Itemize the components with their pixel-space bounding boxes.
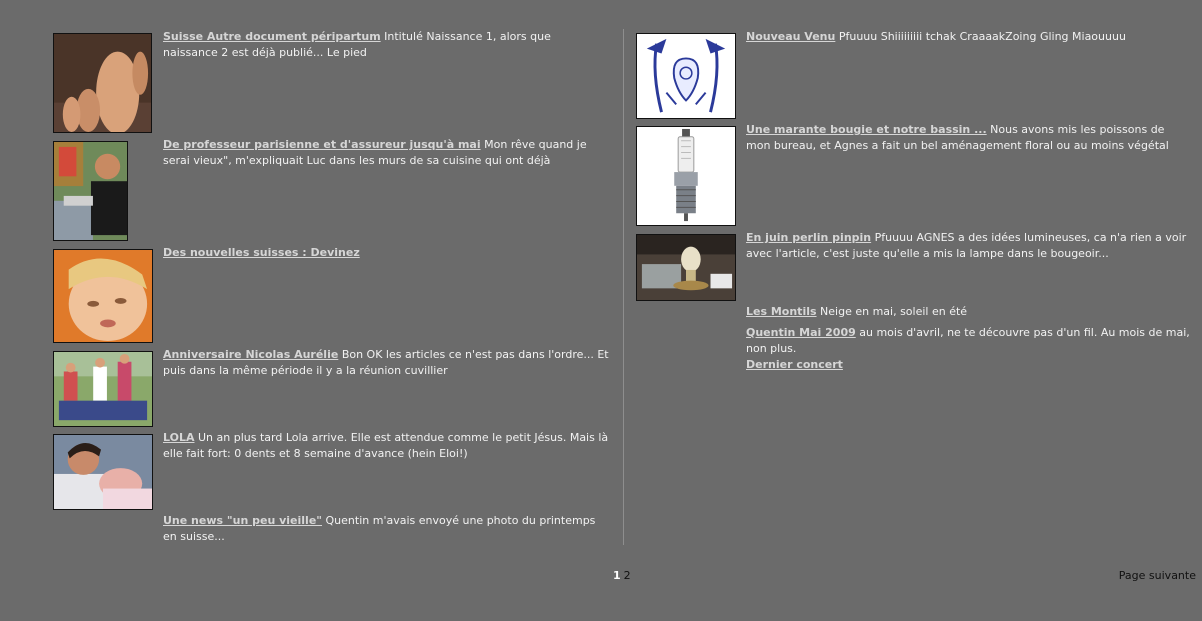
spark-plug-photo-icon [637, 127, 735, 225]
page-link-2[interactable]: 2 [624, 569, 631, 582]
post-excerpt: Un an plus tard Lola arrive. Elle est at… [163, 431, 609, 460]
post-title-link[interactable]: LOLA [163, 431, 195, 444]
post-title-link[interactable]: En juin perlin pinpin [746, 231, 871, 244]
post-text: LOLA Un an plus tard Lola arrive. Elle e… [163, 430, 609, 462]
post-thumbnail-man[interactable] [53, 141, 128, 241]
newborn-photo-icon [54, 435, 152, 509]
post-thumbnail-lamp[interactable] [636, 234, 736, 301]
post-thumbnail-party[interactable] [53, 351, 153, 427]
post-text: Une marante bougie et notre bassin ... N… [746, 122, 1192, 154]
post-item: LOLA Un an plus tard Lola arrive. Elle e… [53, 430, 609, 510]
post-title-link[interactable]: Les Montils [746, 305, 817, 318]
post-title-link[interactable]: Une news "un peu vieille" [163, 514, 322, 527]
post-item: Suisse Autre document péripartum Intitul… [53, 29, 609, 133]
post-title-link[interactable]: Dernier concert [746, 358, 843, 371]
post-title-link[interactable]: De professeur parisienne et d'assureur j… [163, 138, 481, 151]
child-face-photo-icon [54, 250, 152, 342]
post-thumbnail-child[interactable] [53, 249, 153, 343]
post-item: Quentin Mai 2009 au mois d'avril, ne te … [636, 325, 1192, 359]
post-item: Les Montils Neige en mai, soleil en été [636, 304, 1192, 322]
post-thumbnail-drawing[interactable] [636, 33, 736, 119]
drawing-illustration-icon [637, 34, 735, 118]
post-text: Suisse Autre document péripartum Intitul… [163, 29, 609, 61]
post-item: De professeur parisienne et d'assureur j… [53, 137, 609, 241]
post-item: Une marante bougie et notre bassin ... N… [636, 122, 1192, 226]
post-title-link[interactable]: Une marante bougie et notre bassin ... [746, 123, 987, 136]
post-thumbnail-newborn[interactable] [53, 434, 153, 510]
column-divider [623, 29, 624, 545]
post-text: En juin perlin pinpin Pfuuuu AGNES a des… [746, 230, 1192, 262]
man-portrait-photo-icon [54, 142, 127, 240]
post-item: Anniversaire Nicolas Aurélie Bon OK les … [53, 347, 609, 427]
foot-photo-icon [54, 34, 151, 132]
post-thumbnail-foot[interactable] [53, 33, 152, 133]
post-text: Dernier concert [746, 357, 1192, 373]
post-title-link[interactable]: Anniversaire Nicolas Aurélie [163, 348, 338, 361]
post-item: Des nouvelles suisses : Devinez [53, 245, 609, 343]
post-item: Dernier concert [636, 357, 1192, 375]
post-excerpt: Neige en mai, soleil en été [820, 305, 968, 318]
next-page-link[interactable]: Page suivante [1119, 568, 1196, 584]
post-thumbnail-sparkplug[interactable] [636, 126, 736, 226]
post-item: Une news "un peu vieille" Quentin m'avai… [53, 513, 609, 547]
page-current: 1 [613, 569, 621, 582]
post-title-link[interactable]: Des nouvelles suisses : Devinez [163, 246, 360, 259]
post-text: Les Montils Neige en mai, soleil en été [746, 304, 1192, 320]
post-text: Anniversaire Nicolas Aurélie Bon OK les … [163, 347, 609, 379]
post-excerpt: Pfuuuu Shiiiiiiiii tchak CraaaakZoing Gl… [838, 30, 1126, 43]
post-title-link[interactable]: Nouveau Venu [746, 30, 835, 43]
garden-party-photo-icon [54, 352, 152, 426]
post-text: Une news "un peu vieille" Quentin m'avai… [163, 513, 609, 545]
post-title-link[interactable]: Suisse Autre document péripartum [163, 30, 381, 43]
post-item: En juin perlin pinpin Pfuuuu AGNES a des… [636, 230, 1192, 302]
pagination: 12 [613, 568, 631, 584]
post-title-link[interactable]: Quentin Mai 2009 [746, 326, 856, 339]
post-item: Nouveau Venu Pfuuuu Shiiiiiiiii tchak Cr… [636, 29, 1192, 119]
post-text: Nouveau Venu Pfuuuu Shiiiiiiiii tchak Cr… [746, 29, 1192, 45]
lamp-photo-icon [637, 235, 735, 300]
post-text: De professeur parisienne et d'assureur j… [163, 137, 609, 169]
post-text: Quentin Mai 2009 au mois d'avril, ne te … [746, 325, 1192, 357]
post-text: Des nouvelles suisses : Devinez [163, 245, 609, 261]
